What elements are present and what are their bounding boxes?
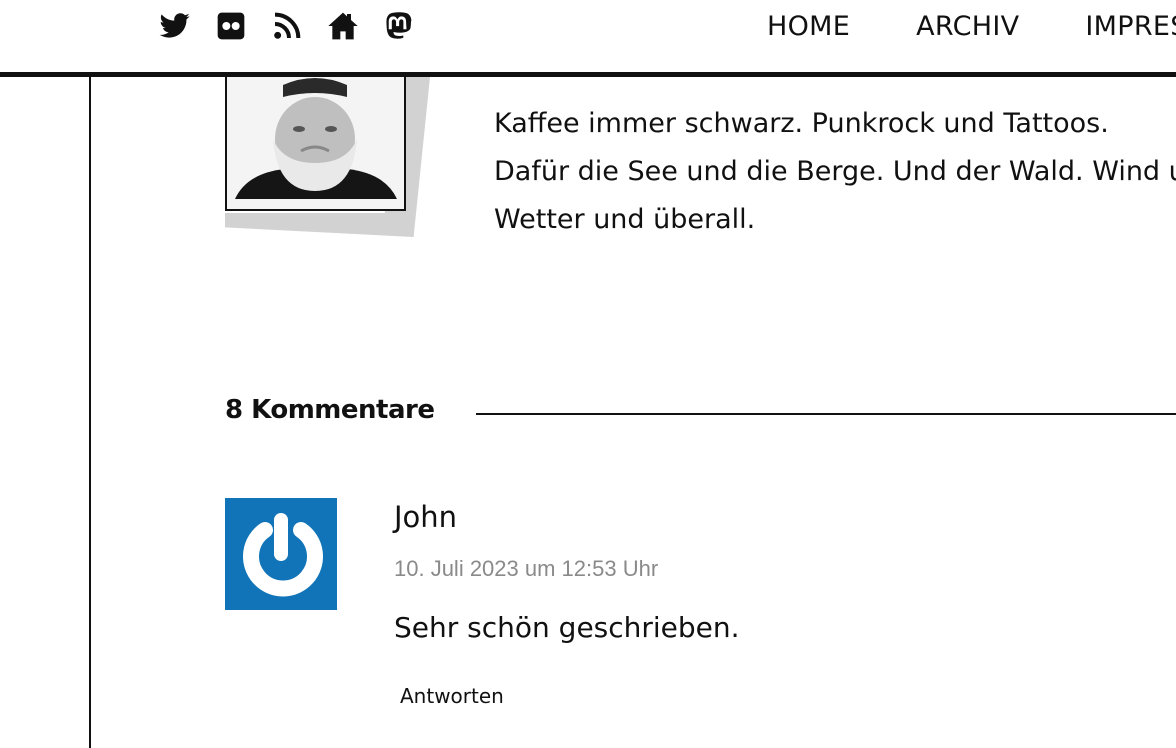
social-links [158,10,416,42]
nav-home[interactable]: HOME [767,10,850,44]
comment-author[interactable]: John [394,500,457,534]
comment-date[interactable]: 10. Juli 2023 um 12:53 Uhr [394,556,658,582]
page: HOME ARCHIV IMPRESSUM Kaffee immer schwa… [0,0,1176,748]
author-photo-frame [225,77,430,237]
gravatar-icon [225,498,337,610]
nav-archiv[interactable]: ARCHIV [916,10,1019,44]
main-nav: HOME ARCHIV IMPRESSUM [767,10,1176,44]
comment-text: Sehr schön geschrieben. [394,611,740,644]
author-photo [225,77,406,211]
bio-line: Kaffee immer schwarz. Punkrock und Tatto… [494,108,1109,139]
content-border-line [89,77,91,748]
bio-line: Wetter und überall. [494,204,756,235]
flickr-icon[interactable] [214,10,248,42]
home-icon[interactable] [326,10,360,42]
comment-avatar [225,498,337,610]
mastodon-icon[interactable] [382,10,416,42]
author-bio: Kaffee immer schwarz. Punkrock und Tatto… [494,100,1176,244]
twitter-icon[interactable] [158,10,192,42]
nav-impressum[interactable]: IMPRESSUM [1085,10,1176,44]
comments-divider [476,413,1176,415]
bio-line: Dafür die See und die Berge. Und der Wal… [494,156,1176,187]
rss-icon[interactable] [270,10,304,42]
site-header: HOME ARCHIV IMPRESSUM [0,0,1176,77]
reply-link[interactable]: Antworten [400,684,504,708]
comments-title: 8 Kommentare [225,395,435,425]
